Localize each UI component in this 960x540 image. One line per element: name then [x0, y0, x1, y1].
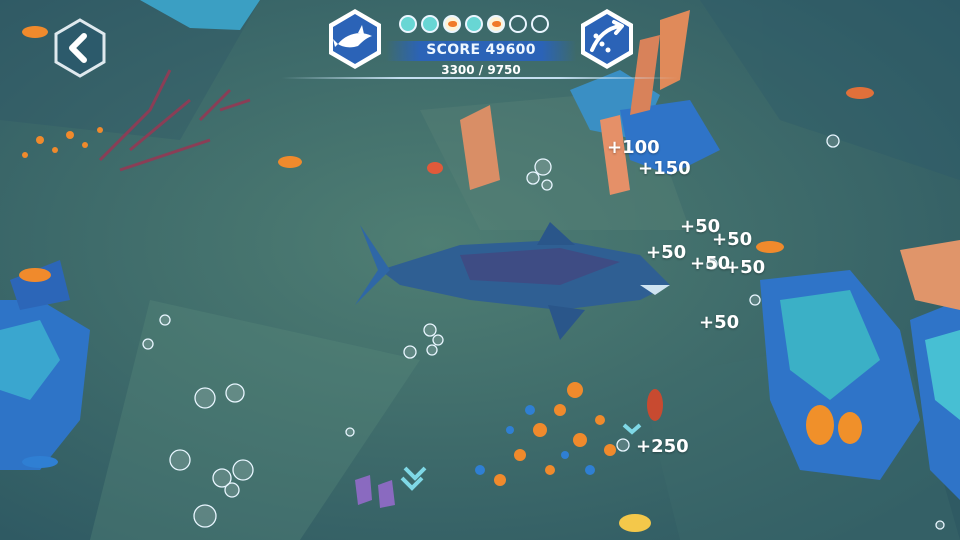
back-arrow-icon[interactable] — [50, 18, 110, 78]
dolphin-icon[interactable] — [322, 6, 388, 72]
underwater-scene — [0, 0, 960, 540]
dolphin-leap-icon[interactable] — [574, 6, 640, 72]
